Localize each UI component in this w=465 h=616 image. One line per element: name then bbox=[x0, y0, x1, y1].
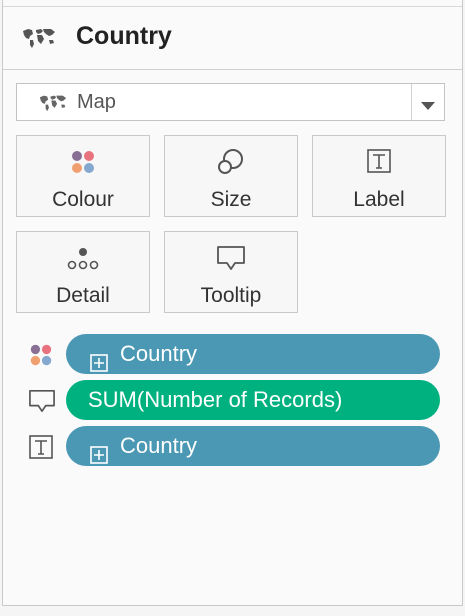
tooltip-icon bbox=[28, 388, 56, 419]
field-pill-label: Country bbox=[120, 433, 198, 458]
tooltip-button[interactable]: Tooltip bbox=[164, 231, 298, 313]
mark-type-value: Map bbox=[77, 91, 116, 113]
marks-card-panel: Country Map Colour Size Label Detail Too… bbox=[2, 0, 463, 606]
dropdown-divider bbox=[411, 84, 412, 120]
marks-card-title: Country bbox=[76, 22, 172, 50]
field-pill-country-label[interactable]: Country bbox=[66, 426, 440, 466]
colour-label: Colour bbox=[52, 188, 114, 211]
marks-field-row-colour: Country bbox=[3, 334, 462, 374]
chevron-down-icon[interactable] bbox=[421, 98, 435, 116]
detail-button[interactable]: Detail bbox=[16, 231, 150, 313]
text-label-icon bbox=[28, 434, 54, 465]
world-map-icon bbox=[39, 94, 67, 117]
marks-card-header: Country bbox=[3, 7, 462, 70]
label-label: Label bbox=[353, 188, 405, 211]
panel-top-divider bbox=[3, 0, 462, 7]
field-pill-sum-number-of-records[interactable]: SUM(Number of Records) bbox=[66, 380, 440, 420]
field-pill-label: SUM(Number of Records) bbox=[88, 387, 343, 412]
label-button[interactable]: Label bbox=[312, 135, 446, 217]
expand-plus-icon[interactable] bbox=[90, 345, 108, 372]
tooltip-icon bbox=[165, 244, 297, 272]
mark-type-dropdown[interactable]: Map bbox=[16, 83, 445, 121]
colour-dots-icon bbox=[28, 342, 54, 373]
field-pill-country-colour[interactable]: Country bbox=[66, 334, 440, 374]
marks-field-row-label: Country bbox=[3, 426, 462, 466]
colour-button[interactable]: Colour bbox=[16, 135, 150, 217]
text-label-icon bbox=[313, 148, 445, 176]
detail-label: Detail bbox=[56, 284, 110, 307]
marks-field-row-tooltip: SUM(Number of Records) bbox=[3, 380, 462, 420]
expand-plus-icon[interactable] bbox=[90, 437, 108, 464]
size-button[interactable]: Size bbox=[164, 135, 298, 217]
tooltip-label: Tooltip bbox=[200, 284, 262, 307]
detail-dots-icon bbox=[17, 244, 149, 272]
world-map-icon bbox=[22, 27, 56, 54]
size-label: Size bbox=[210, 188, 252, 211]
size-icon bbox=[165, 148, 297, 176]
field-pill-label: Country bbox=[120, 341, 198, 366]
colour-dots-icon bbox=[17, 148, 149, 176]
